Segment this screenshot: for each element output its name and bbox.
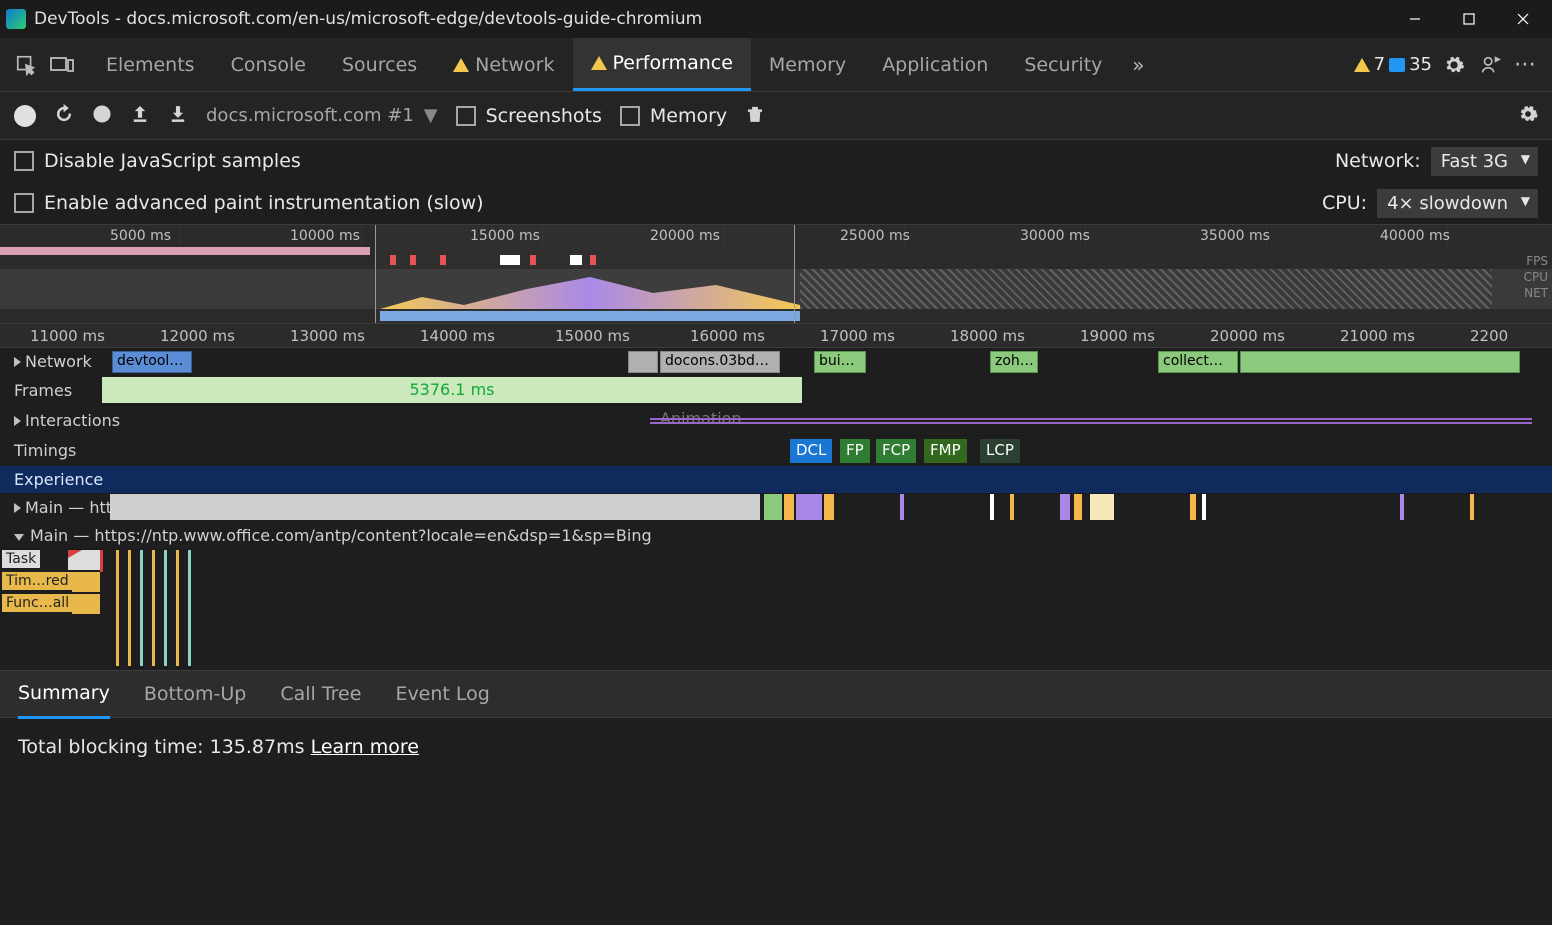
tab-call-tree[interactable]: Call Tree xyxy=(280,671,361,717)
trash-button[interactable] xyxy=(745,104,765,128)
tab-label: Application xyxy=(882,54,988,76)
task-label: Task xyxy=(2,550,40,568)
network-request[interactable] xyxy=(1240,351,1520,373)
clear-button[interactable] xyxy=(92,104,112,128)
app-icon xyxy=(6,9,26,29)
expand-icon[interactable] xyxy=(14,503,21,513)
expand-icon[interactable] xyxy=(14,416,21,426)
cpu-throttle-select[interactable]: 4× slowdown xyxy=(1377,189,1538,218)
tab-event-log[interactable]: Event Log xyxy=(395,671,489,717)
more-tabs-icon[interactable]: » xyxy=(1120,47,1156,83)
timing-fmp[interactable]: FMP xyxy=(924,439,967,463)
window-title: DevTools - docs.microsoft.com/en-us/micr… xyxy=(34,9,1384,29)
detail-ruler[interactable]: 11000 ms 12000 ms 13000 ms 14000 ms 1500… xyxy=(0,324,1552,348)
timing-fp[interactable]: FP xyxy=(840,439,870,463)
tab-summary[interactable]: Summary xyxy=(18,670,110,719)
warnings-count: 7 xyxy=(1374,54,1385,75)
collapse-icon[interactable] xyxy=(14,534,24,541)
network-request[interactable] xyxy=(628,351,658,373)
tab-security[interactable]: Security xyxy=(1006,40,1120,90)
cpu-label: CPU: xyxy=(1322,192,1367,214)
device-toggle-icon[interactable] xyxy=(44,47,80,83)
interaction-bar[interactable] xyxy=(650,418,1532,424)
tab-memory[interactable]: Memory xyxy=(751,40,864,90)
main-thread-1[interactable]: Main — https://docs.microsoft.com/en-us/… xyxy=(0,494,1552,522)
tab-bottom-up[interactable]: Bottom-Up xyxy=(144,671,247,717)
close-button[interactable] xyxy=(1500,3,1546,35)
timing-lcp[interactable]: LCP xyxy=(980,439,1020,463)
titlebar: DevTools - docs.microsoft.com/en-us/micr… xyxy=(0,0,1552,38)
issues-count: 35 xyxy=(1409,54,1432,75)
tab-console[interactable]: Console xyxy=(213,40,324,90)
inspect-element-icon[interactable] xyxy=(8,47,44,83)
overview-selection[interactable] xyxy=(375,225,795,323)
network-request[interactable]: devtool… xyxy=(112,351,192,373)
tab-label: Elements xyxy=(106,54,195,76)
profile-name: docs.microsoft.com #1 xyxy=(206,105,414,126)
warning-icon xyxy=(453,58,469,72)
more-options-icon[interactable]: ⋯ xyxy=(1508,47,1544,83)
tab-label: Memory xyxy=(769,54,846,76)
memory-checkbox[interactable]: Memory xyxy=(620,105,727,127)
timer-label: Tim…red xyxy=(2,572,73,590)
feedback-icon[interactable] xyxy=(1472,47,1508,83)
reload-button[interactable] xyxy=(54,104,74,128)
warning-icon[interactable] xyxy=(1354,58,1370,72)
minimize-button[interactable] xyxy=(1392,3,1438,35)
disable-js-samples-checkbox[interactable]: Disable JavaScript samples xyxy=(14,150,301,172)
issues-icon[interactable] xyxy=(1389,58,1405,72)
funcall-label: Func…all xyxy=(2,594,73,612)
summary-pane: Total blocking time: 135.87ms Learn more xyxy=(0,718,1552,776)
network-track[interactable]: Network devtool… docons.03bd… bui… zoh… … xyxy=(0,348,1552,376)
interactions-track[interactable]: Interactions Animation xyxy=(0,406,1552,436)
tab-performance[interactable]: Performance xyxy=(573,38,751,91)
performance-toolbar: docs.microsoft.com #1 ▼ Screenshots Memo… xyxy=(0,92,1552,140)
total-blocking-time: Total blocking time: 135.87ms xyxy=(18,736,305,758)
frames-track[interactable]: Frames 5376.1 ms xyxy=(0,376,1552,406)
record-button[interactable] xyxy=(14,105,36,127)
timings-track[interactable]: Timings DCL FP FCP FMP LCP xyxy=(0,436,1552,466)
tab-application[interactable]: Application xyxy=(864,40,1006,90)
network-label: Network: xyxy=(1335,150,1421,172)
capture-settings-icon[interactable] xyxy=(1518,104,1538,128)
tab-sources[interactable]: Sources xyxy=(324,40,435,90)
detail-tabs: Summary Bottom-Up Call Tree Event Log xyxy=(0,670,1552,718)
network-request[interactable]: docons.03bd… xyxy=(660,351,780,373)
experience-track[interactable]: Experience xyxy=(0,466,1552,494)
tab-label: Console xyxy=(231,54,306,76)
learn-more-link[interactable]: Learn more xyxy=(311,736,419,758)
tab-label: Sources xyxy=(342,54,417,76)
enable-paint-checkbox[interactable]: Enable advanced paint instrumentation (s… xyxy=(14,192,484,214)
network-request[interactable]: collect… xyxy=(1158,351,1238,373)
upload-button[interactable] xyxy=(130,104,150,128)
main-tabbar: Elements Console Sources Network Perform… xyxy=(0,38,1552,92)
tab-label: Performance xyxy=(613,52,733,74)
overview-loading-bar xyxy=(0,247,370,255)
profile-select[interactable]: docs.microsoft.com #1 ▼ xyxy=(206,105,438,126)
overview-cpu-idle xyxy=(800,269,1492,309)
tab-label: Network xyxy=(475,54,554,76)
network-request[interactable]: bui… xyxy=(814,351,866,373)
maximize-button[interactable] xyxy=(1446,3,1492,35)
options-row-1: Disable JavaScript samples Network: Fast… xyxy=(0,140,1552,182)
download-button[interactable] xyxy=(168,104,188,128)
timing-dcl[interactable]: DCL xyxy=(790,439,832,463)
flame-stack[interactable]: Task Tim…red Func…all xyxy=(0,550,1552,670)
frame-bar[interactable]: 5376.1 ms xyxy=(102,377,802,403)
tab-label: Security xyxy=(1024,54,1102,76)
warning-icon xyxy=(591,56,607,70)
tab-elements[interactable]: Elements xyxy=(88,40,213,90)
settings-icon[interactable] xyxy=(1436,47,1472,83)
timing-fcp[interactable]: FCP xyxy=(876,439,916,463)
main-thread-2[interactable]: Main — https://ntp.www.office.com/antp/c… xyxy=(0,522,1552,550)
overview-lane-labels: FPS CPU NET xyxy=(1524,253,1548,301)
expand-icon[interactable] xyxy=(14,357,21,367)
overview-timeline[interactable]: 5000 ms 10000 ms 15000 ms 20000 ms 25000… xyxy=(0,224,1552,324)
network-throttle-select[interactable]: Fast 3G xyxy=(1431,147,1538,176)
stack-vertical-bars xyxy=(80,550,1552,670)
tab-network[interactable]: Network xyxy=(435,40,572,90)
network-request[interactable]: zoh… xyxy=(990,351,1038,373)
options-row-2: Enable advanced paint instrumentation (s… xyxy=(0,182,1552,224)
screenshots-checkbox[interactable]: Screenshots xyxy=(456,105,602,127)
